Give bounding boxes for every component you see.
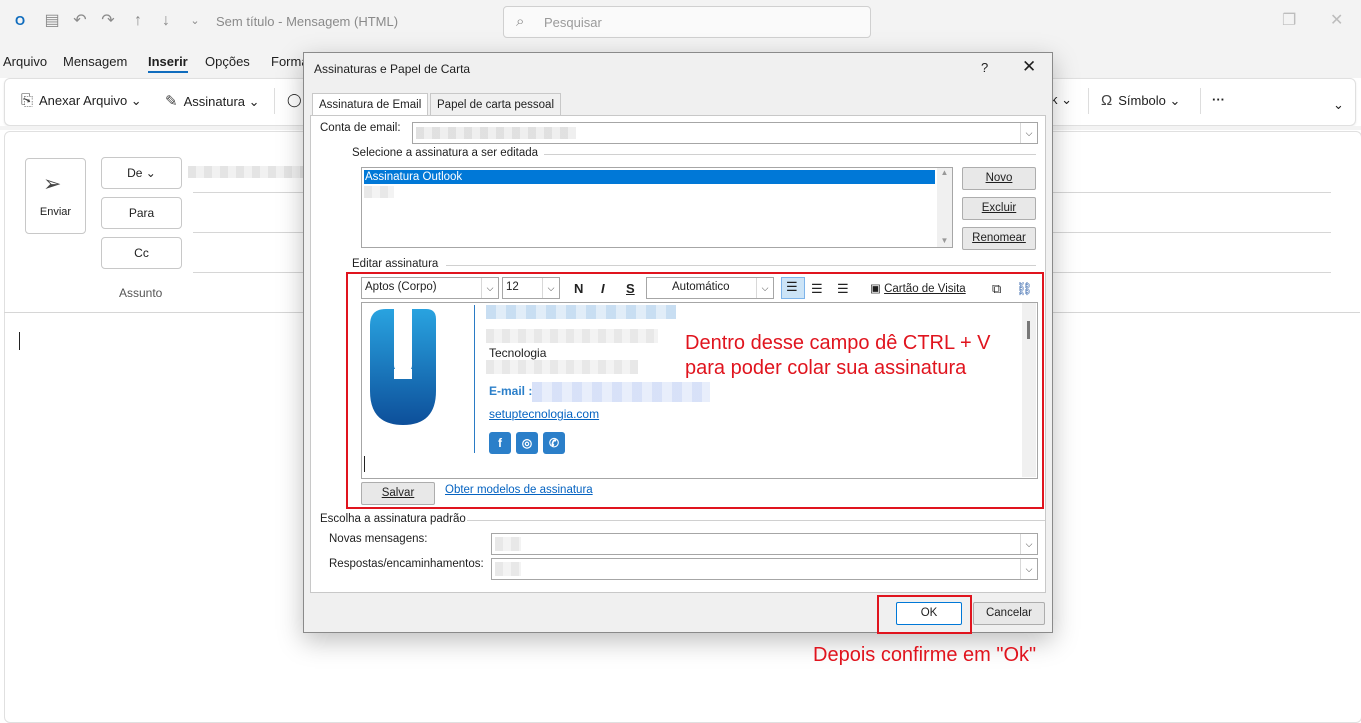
menu-mensagem[interactable]: Mensagem — [63, 54, 127, 69]
hidden-ribbon-icon[interactable]: ◯ — [287, 92, 302, 108]
next-item-icon[interactable]: ↓ — [157, 12, 175, 30]
attach-file-label: Anexar Arquivo — [39, 93, 128, 108]
from-button[interactable]: De ⌄ — [101, 157, 182, 189]
account-select[interactable]: ⌵ — [412, 122, 1038, 144]
rename-label: Renomear — [972, 232, 1026, 244]
list-item-redacted[interactable] — [364, 186, 394, 198]
ok-highlight-box — [877, 595, 972, 634]
chevron-down-icon: ⌵ — [1020, 123, 1037, 143]
new-label: Novo — [985, 172, 1013, 184]
chevron-down-icon: ⌵ — [1020, 559, 1037, 579]
menu-inserir[interactable]: Inserir — [148, 54, 188, 73]
subject-label: Assunto — [119, 286, 163, 300]
undo-icon[interactable]: ↶ — [71, 12, 89, 30]
replies-redacted — [495, 562, 521, 576]
paste-hint-line1: Dentro desse campo dê CTRL + V — [685, 332, 991, 354]
account-redacted — [416, 127, 576, 139]
symbol-label: Símbolo — [1118, 93, 1166, 108]
new-messages-select[interactable]: ⌵ — [491, 533, 1038, 555]
send-icon: ➢ — [43, 171, 62, 196]
delete-label: Excluir — [981, 202, 1017, 214]
divider — [446, 265, 1036, 266]
list-item-selected[interactable]: Assinatura Outlook — [364, 170, 935, 184]
restore-icon[interactable]: ❐ — [1282, 10, 1296, 30]
attach-file-button[interactable]: ⎘ Anexar Arquivo ⌄ — [21, 92, 142, 109]
new-button[interactable]: Novo — [962, 167, 1036, 190]
select-signature-label: Selecione a assinatura a ser editada — [352, 147, 539, 159]
rename-button[interactable]: Renomear — [962, 227, 1036, 250]
window-title: Sem título - Mensagem (HTML) — [216, 14, 399, 29]
paperclip-icon: ⎘ — [21, 92, 34, 109]
menu-opcoes[interactable]: Opções — [205, 54, 250, 69]
previous-item-icon[interactable]: ↑ — [129, 12, 147, 30]
tab-personal-stationery[interactable]: Papel de carta pessoal — [430, 93, 561, 116]
divider — [467, 520, 1045, 521]
from-label: De — [127, 166, 143, 180]
new-messages-label: Novas mensagens: — [329, 533, 428, 545]
signature-list[interactable]: Assinatura Outlook ▲ ▼ — [361, 167, 953, 248]
to-button[interactable]: Para — [101, 197, 182, 229]
customize-toolbar-icon[interactable]: ⌄ — [186, 12, 204, 30]
title-bar: O ▤ ↶ ↷ ↑ ↓ ⌄ Sem título - Mensagem (HTM… — [0, 0, 1361, 44]
scroll-up-icon: ▲ — [940, 168, 949, 177]
outlook-logo-icon: O — [14, 13, 26, 28]
edit-signature-label: Editar assinatura — [352, 258, 439, 270]
send-label: Enviar — [39, 206, 72, 218]
signature-button[interactable]: ✎ Assinatura ⌄ — [165, 92, 260, 110]
send-button[interactable]: ➢ Enviar — [25, 158, 86, 234]
redo-icon[interactable]: ↷ — [99, 12, 117, 30]
replies-select[interactable]: ⌵ — [491, 558, 1038, 580]
close-dialog-icon[interactable]: ✕ — [1022, 57, 1036, 77]
cc-button[interactable]: Cc — [101, 237, 182, 269]
ribbon-divider — [274, 88, 275, 114]
replies-label: Respostas/encaminhamentos: — [329, 558, 484, 570]
new-messages-redacted — [495, 537, 521, 551]
list-scrollbar[interactable]: ▲ ▼ — [937, 168, 952, 247]
dialog-title: Assinaturas e Papel de Carta — [314, 62, 471, 76]
help-button[interactable]: ? — [981, 60, 988, 75]
divider — [544, 154, 1036, 155]
search-icon: ⌕ — [516, 13, 525, 30]
cancel-button[interactable]: Cancelar — [973, 602, 1045, 625]
signature-icon: ✎ — [165, 93, 178, 110]
chevron-down-icon: ⌵ — [1020, 534, 1037, 554]
ribbon-divider — [1088, 88, 1089, 114]
save-icon[interactable]: ▤ — [43, 12, 61, 30]
expand-ribbon-icon[interactable]: ⌄ — [1333, 97, 1344, 113]
editor-highlight-box — [346, 272, 1044, 509]
delete-button[interactable]: Excluir — [962, 197, 1036, 220]
omega-icon: Ω — [1101, 92, 1113, 109]
paste-hint-line2: para poder colar sua assinatura — [685, 357, 967, 379]
signature-label: Assinatura — [183, 94, 245, 109]
menu-arquivo[interactable]: Arquivo — [3, 54, 47, 69]
close-window-icon[interactable]: ✕ — [1330, 10, 1343, 30]
ribbon-divider — [1200, 88, 1201, 114]
tab-email-signature[interactable]: Assinatura de Email — [312, 93, 429, 116]
account-label: Conta de email: — [320, 122, 401, 134]
from-address-redacted — [188, 166, 303, 178]
scroll-down-icon: ▼ — [940, 236, 949, 245]
search-box[interactable]: ⌕ Pesquisar — [503, 6, 871, 38]
body-caret — [19, 332, 20, 350]
ribbon-item-k[interactable]: k ⌄ — [1051, 92, 1072, 108]
confirm-hint: Depois confirme em "Ok" — [813, 644, 1037, 666]
default-signature-label: Escolha a assinatura padrão — [320, 513, 466, 525]
symbol-button[interactable]: Ω Símbolo ⌄ — [1101, 92, 1180, 109]
search-placeholder: Pesquisar — [544, 15, 602, 30]
more-options-button[interactable]: ··· — [1212, 92, 1225, 107]
